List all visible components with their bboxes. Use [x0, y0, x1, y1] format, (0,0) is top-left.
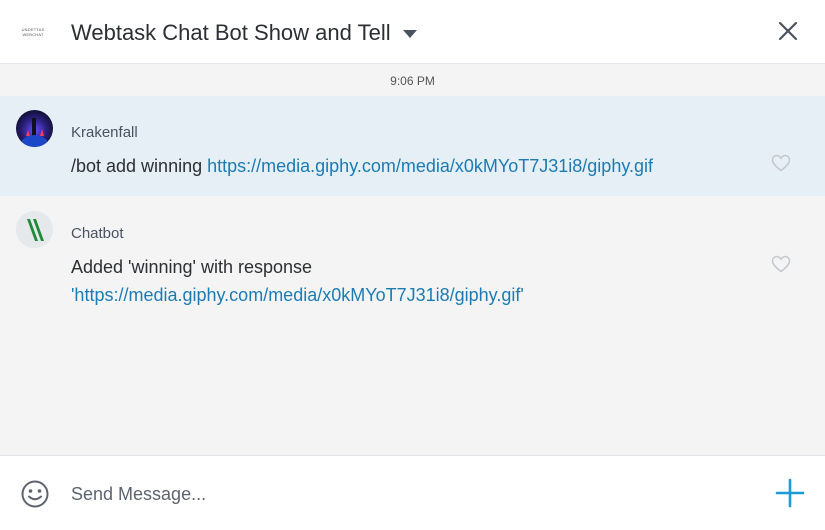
message-item[interactable]: Chatbot Added 'winning' with response 'h… [0, 197, 825, 317]
chevron-down-icon [402, 30, 417, 38]
conversation-title: Webtask Chat Bot Show and Tell [71, 20, 391, 45]
close-icon[interactable] [777, 20, 799, 42]
message-body: /bot add winning https://media.giphy.com… [71, 152, 751, 180]
heart-icon[interactable] [771, 154, 791, 172]
avatar[interactable] [16, 110, 53, 147]
message-item[interactable]: Krakenfall /bot add winning https://medi… [0, 96, 825, 196]
message-input[interactable] [71, 481, 751, 507]
message-composer [0, 455, 825, 530]
message-author[interactable]: Chatbot [71, 225, 124, 242]
plus-icon[interactable] [775, 478, 805, 508]
avatar[interactable] [16, 211, 53, 248]
logo-line-2: WEBCHAT [22, 32, 44, 37]
emoji-icon[interactable] [20, 479, 50, 509]
message-text: Added 'winning' with response [71, 257, 313, 277]
avatar-image [16, 211, 53, 248]
message-link[interactable]: 'https://media.giphy.com/media/x0kMYoT7J… [71, 285, 524, 305]
message-body: Added 'winning' with response 'https://m… [71, 253, 751, 309]
conversation-logo: UNDETTAS WEBCHAT [18, 20, 48, 44]
timestamp: 9:06 PM [390, 74, 435, 88]
message-timeline[interactable]: 9:06 PM Krakenfall /bot add winning http… [0, 64, 825, 455]
conversation-header: UNDETTAS WEBCHAT Webtask Chat Bot Show a… [0, 0, 825, 64]
avatar-image [16, 110, 53, 147]
message-author[interactable]: Krakenfall [71, 124, 138, 141]
heart-icon[interactable] [771, 255, 791, 273]
message-text: /bot add winning [71, 156, 208, 176]
message-link[interactable]: https://media.giphy.com/media/x0kMYoT7J3… [207, 156, 653, 176]
conversation-title-button[interactable]: Webtask Chat Bot Show and Tell [71, 20, 417, 46]
